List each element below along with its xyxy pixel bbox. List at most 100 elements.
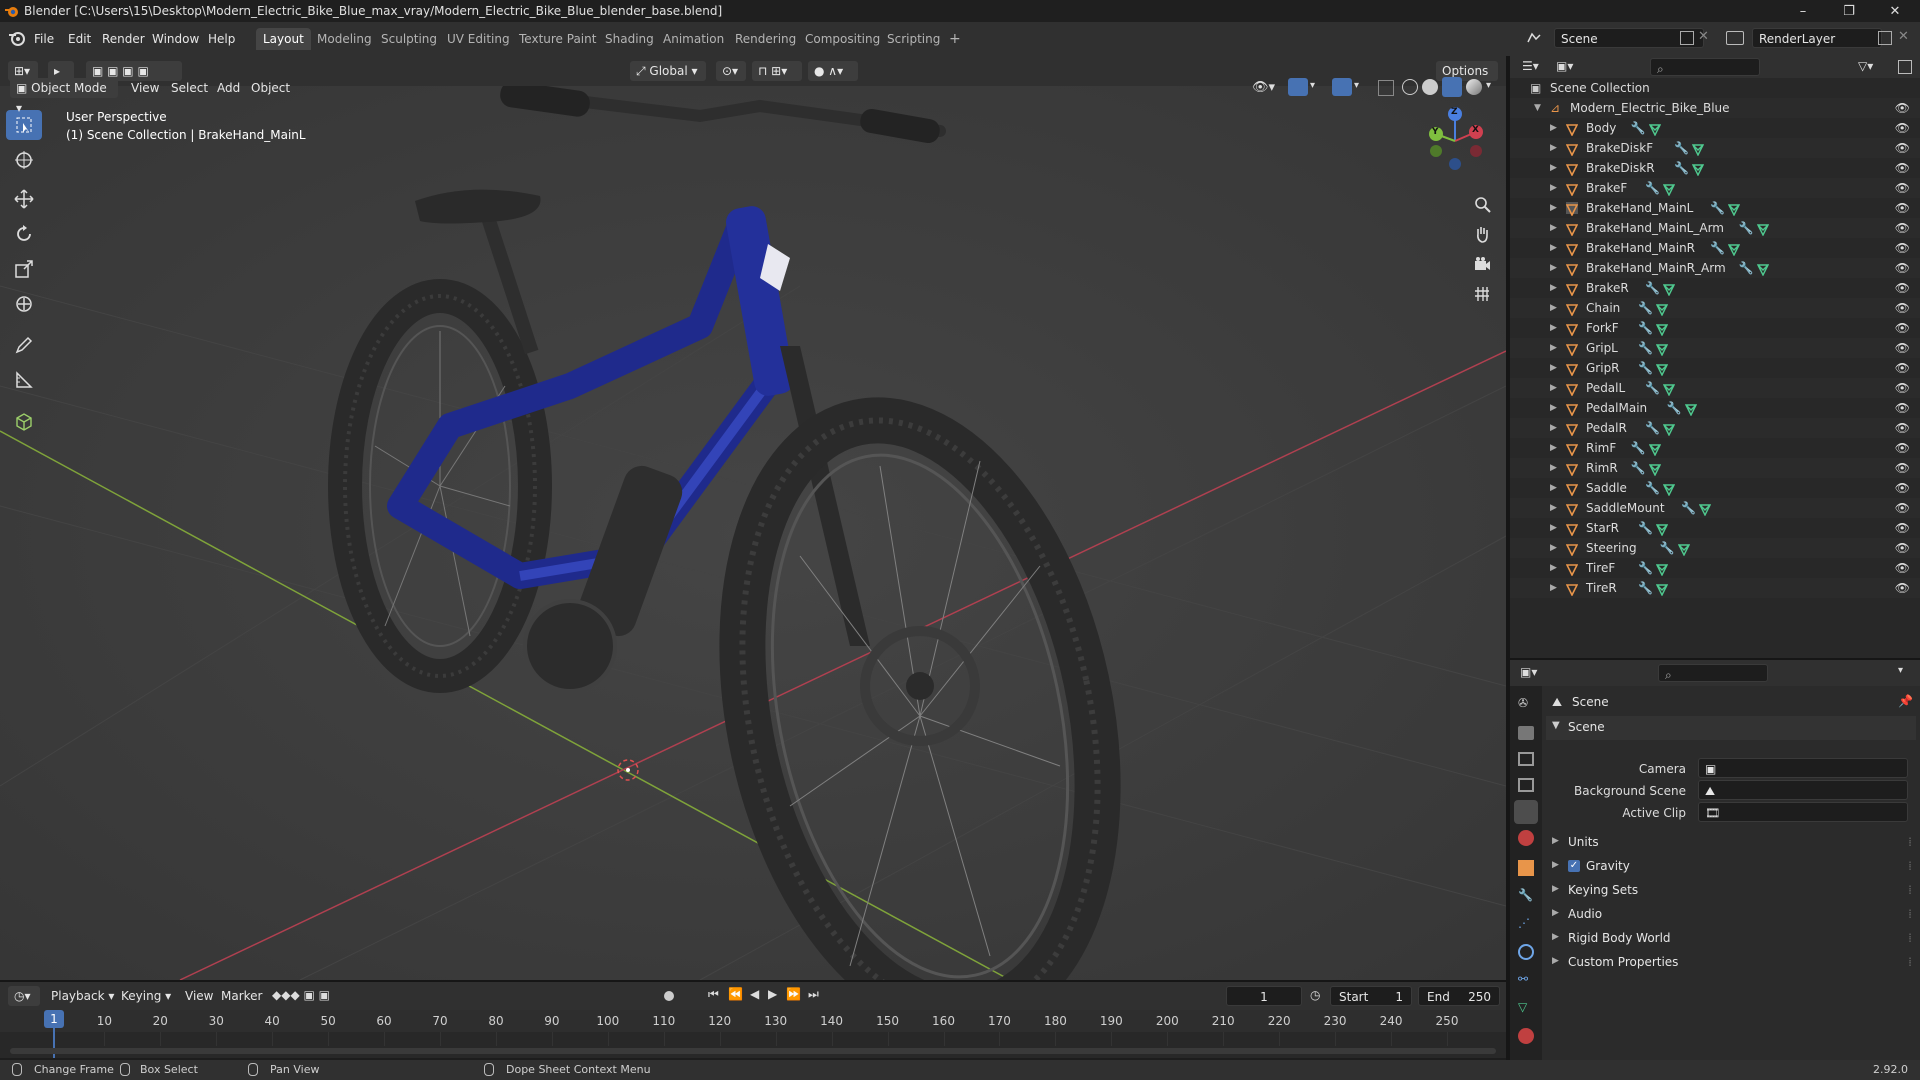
subpanel-header[interactable]: ▶ Custom Properties ⁞ bbox=[1546, 952, 1916, 974]
outliner-object-row[interactable]: ▶ BrakeHand_MainR_Arm 🔧 👁 bbox=[1510, 258, 1920, 278]
add-cube-tool[interactable] bbox=[6, 406, 42, 436]
outliner-object-row[interactable]: ▶ BrakeHand_MainL_Arm 🔧 👁 bbox=[1510, 218, 1920, 238]
new-renderlayer-icon[interactable] bbox=[1878, 31, 1892, 45]
expand-row-icon[interactable]: ▶ bbox=[1550, 558, 1557, 578]
scene-icon[interactable] bbox=[1526, 30, 1544, 48]
expand-row-icon[interactable]: ▶ bbox=[1550, 238, 1557, 258]
outliner-object-row[interactable]: ▶ StarR 🔧 👁 bbox=[1510, 518, 1920, 538]
subpanel-header[interactable]: ▶ Audio ⁞ bbox=[1546, 904, 1916, 926]
end-frame-field[interactable]: End 250 bbox=[1418, 986, 1500, 1006]
eye-icon[interactable]: 👁 bbox=[1895, 538, 1910, 558]
outliner-object-row[interactable]: ▶ PedalMain 🔧 👁 bbox=[1510, 398, 1920, 418]
tab-modeling[interactable]: Modeling bbox=[310, 28, 379, 50]
shading-dropdown-icon[interactable]: ▾ bbox=[1486, 80, 1491, 91]
eye-icon[interactable]: 👁 bbox=[1895, 378, 1910, 398]
menu-select[interactable]: Select bbox=[166, 78, 213, 98]
minimize-button[interactable]: – bbox=[1780, 0, 1826, 22]
tab-rendering[interactable]: Rendering bbox=[728, 28, 803, 50]
eye-icon[interactable]: 👁 bbox=[1895, 238, 1910, 258]
expand-row-icon[interactable]: ▶ bbox=[1550, 498, 1557, 518]
xray-toggle-icon[interactable] bbox=[1378, 80, 1394, 96]
shading-material-icon[interactable] bbox=[1442, 77, 1462, 97]
menu-help[interactable]: Help bbox=[204, 28, 239, 50]
expand-row-icon[interactable]: ▶ bbox=[1550, 198, 1557, 218]
active-clip-field[interactable]: 🎞 bbox=[1698, 802, 1908, 822]
expand-row-icon[interactable]: ▶ bbox=[1550, 118, 1557, 138]
new-collection-icon[interactable] bbox=[1898, 60, 1912, 74]
outliner-object-row[interactable]: ▶ PedalR 🔧 👁 bbox=[1510, 418, 1920, 438]
eye-icon[interactable]: 👁 bbox=[1895, 518, 1910, 538]
close-button[interactable]: ✕ bbox=[1872, 0, 1918, 22]
pin-icon[interactable]: 📌 bbox=[1898, 694, 1913, 708]
menu-window[interactable]: Window bbox=[148, 28, 203, 50]
outliner-root-row[interactable]: ▣ Scene Collection bbox=[1510, 78, 1920, 98]
properties-options-icon[interactable]: ▾ bbox=[1898, 665, 1903, 676]
tab-shading[interactable]: Shading bbox=[598, 28, 661, 50]
3d-viewport[interactable]: User Perspective (1) Scene Collection | … bbox=[0, 86, 1506, 980]
outliner-editor-icon[interactable]: ☰▾ bbox=[1522, 59, 1539, 73]
measure-tool[interactable] bbox=[6, 365, 42, 395]
tab-layout[interactable]: Layout bbox=[256, 28, 311, 50]
gizmo-toggle-icon[interactable] bbox=[1288, 78, 1308, 96]
record-button[interactable] bbox=[664, 991, 674, 1001]
outliner-object-row[interactable]: ▶ SaddleMount 🔧 👁 bbox=[1510, 498, 1920, 518]
next-keyframe-icon[interactable]: ⏩ bbox=[786, 987, 801, 1001]
expand-row-icon[interactable]: ▶ bbox=[1550, 258, 1557, 278]
drag-handle-icon[interactable]: ⁞ bbox=[1908, 835, 1912, 849]
timeline-scrollbar[interactable] bbox=[10, 1048, 1496, 1054]
outliner-object-row[interactable]: ▶ TireF 🔧 👁 bbox=[1510, 558, 1920, 578]
eye-icon[interactable]: 👁 bbox=[1895, 418, 1910, 438]
object-mode-dropdown[interactable]: ▣ Object Mode ▾ bbox=[10, 78, 118, 115]
shading-rendered-icon[interactable] bbox=[1466, 79, 1482, 95]
expand-row-icon[interactable]: ▶ bbox=[1550, 458, 1557, 478]
expand-collection-icon[interactable]: ▼ bbox=[1534, 98, 1541, 118]
eye-icon[interactable]: 👁 bbox=[1895, 558, 1910, 578]
prev-keyframe-icon[interactable]: ⏪ bbox=[728, 987, 743, 1001]
outliner-collection-row[interactable]: ▼ ⊿ Modern_Electric_Bike_Blue 👁 bbox=[1510, 98, 1920, 118]
outliner-object-row[interactable]: ▶ ForkF 🔧 👁 bbox=[1510, 318, 1920, 338]
current-frame-field[interactable]: 1 bbox=[1226, 986, 1302, 1006]
expand-row-icon[interactable]: ▶ bbox=[1550, 318, 1557, 338]
tab-uv-editing[interactable]: UV Editing bbox=[440, 28, 517, 50]
outliner-object-row[interactable]: ▶ GripL 🔧 👁 bbox=[1510, 338, 1920, 358]
scale-tool[interactable] bbox=[6, 254, 42, 284]
tool-tab-icon[interactable]: ✇ bbox=[1518, 696, 1534, 712]
eye-icon[interactable]: 👁 bbox=[1895, 338, 1910, 358]
visibility-icon[interactable]: 👁▾ bbox=[1252, 80, 1275, 95]
gizmo-dropdown-icon[interactable]: ▾ bbox=[1310, 80, 1315, 91]
expand-row-icon[interactable]: ▶ bbox=[1550, 378, 1557, 398]
delete-renderlayer-icon[interactable]: ✕ bbox=[1898, 29, 1909, 44]
zoom-button[interactable] bbox=[1469, 191, 1495, 217]
shading-solid-icon[interactable] bbox=[1422, 79, 1438, 95]
expand-row-icon[interactable]: ▶ bbox=[1550, 578, 1557, 598]
outliner-object-row[interactable]: ▶ BrakeHand_MainL 🔧 👁 bbox=[1510, 198, 1920, 218]
tab-scripting[interactable]: Scripting bbox=[880, 28, 947, 50]
scene-panel-header[interactable]: ▼ Scene bbox=[1546, 716, 1916, 740]
menu-keying[interactable]: Keying ▾ bbox=[116, 986, 176, 1006]
expand-row-icon[interactable]: ▶ bbox=[1550, 418, 1557, 438]
jump-end-icon[interactable]: ⏭ bbox=[808, 987, 819, 1002]
menu-file[interactable]: File bbox=[30, 28, 58, 50]
annotate-tool[interactable] bbox=[6, 330, 42, 360]
eye-icon[interactable]: 👁 bbox=[1895, 198, 1910, 218]
eye-icon[interactable]: 👁 bbox=[1895, 458, 1910, 478]
maximize-button[interactable]: ❐ bbox=[1826, 0, 1872, 22]
menu-object[interactable]: Object bbox=[246, 78, 295, 98]
eye-icon[interactable]: 👁 bbox=[1895, 138, 1910, 158]
tab-texture-paint[interactable]: Texture Paint bbox=[512, 28, 603, 50]
outliner-object-row[interactable]: ▶ BrakeDiskF 🔧 👁 bbox=[1510, 138, 1920, 158]
outliner-object-row[interactable]: ▶ BrakeDiskR 🔧 👁 bbox=[1510, 158, 1920, 178]
menu-timeline-view[interactable]: View bbox=[180, 986, 218, 1006]
renderlayer-icon[interactable] bbox=[1726, 31, 1744, 45]
eye-icon[interactable]: 👁 bbox=[1895, 158, 1910, 178]
view-layer-tab-icon[interactable] bbox=[1518, 778, 1534, 792]
outliner-object-row[interactable]: ▶ TireR 🔧 👁 bbox=[1510, 578, 1920, 598]
eye-icon[interactable]: 👁 bbox=[1895, 118, 1910, 138]
start-frame-field[interactable]: Start 1 bbox=[1330, 986, 1412, 1006]
navigation-gizmo[interactable]: Z Y X bbox=[1420, 106, 1490, 176]
display-mode-icon[interactable]: ▣▾ bbox=[1556, 59, 1573, 73]
drag-handle-icon[interactable]: ⁞ bbox=[1908, 907, 1912, 921]
expand-row-icon[interactable]: ▶ bbox=[1550, 178, 1557, 198]
outliner-object-row[interactable]: ▶ Body 🔧 👁 bbox=[1510, 118, 1920, 138]
expand-row-icon[interactable]: ▶ bbox=[1550, 138, 1557, 158]
